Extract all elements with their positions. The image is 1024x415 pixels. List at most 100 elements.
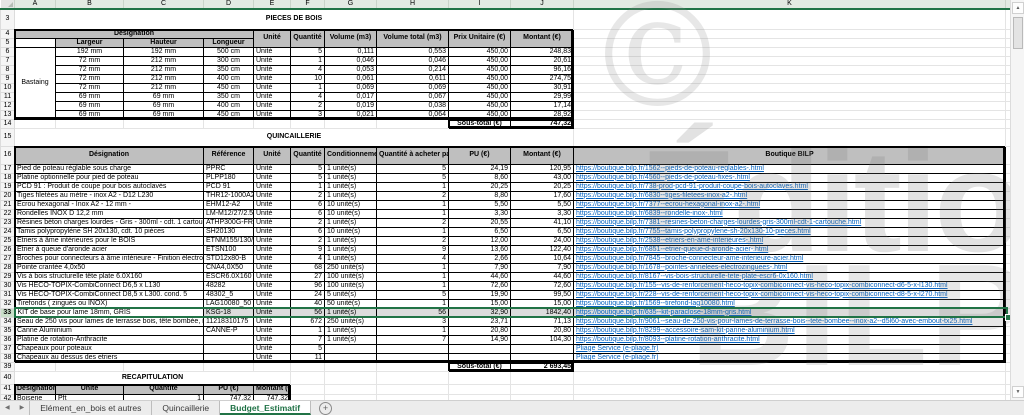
- cell[interactable]: 0,611: [377, 74, 449, 83]
- cell[interactable]: 44,60: [449, 272, 511, 281]
- boutique-link[interactable]: Pliage Service (e-pliage.fr): [576, 354, 658, 361]
- row-header[interactable]: 4: [1, 29, 15, 38]
- cell[interactable]: 1: [377, 182, 449, 191]
- item-designation[interactable]: Chapeaux au dessus des etriers: [15, 353, 204, 362]
- cell[interactable]: https://boutique.bilp.fr/1678--pointes-a…: [574, 263, 1006, 272]
- cell[interactable]: 7,90: [449, 263, 511, 272]
- cell[interactable]: KSG-18: [204, 308, 254, 317]
- add-sheet-button[interactable]: +: [319, 402, 332, 415]
- row-header[interactable]: 25: [1, 236, 15, 245]
- cell[interactable]: 1 unité(s): [325, 191, 377, 200]
- cell[interactable]: [291, 384, 325, 394]
- cell[interactable]: 0,046: [325, 56, 377, 65]
- column-header[interactable]: E: [254, 0, 291, 9]
- cell[interactable]: 1: [377, 227, 449, 236]
- cell[interactable]: 0,017: [325, 92, 377, 101]
- boutique-link[interactable]: https://boutique.bilp.fr/6839--rondelle-…: [576, 210, 723, 217]
- cell[interactable]: https://boutique.bilp.fr/4560--pieds-de-…: [574, 173, 1006, 182]
- row-header[interactable]: 29: [1, 272, 15, 281]
- cell[interactable]: 20,25: [449, 182, 511, 191]
- cell[interactable]: 17,14: [511, 101, 574, 110]
- cell[interactable]: ESCR6.0X160: [204, 272, 254, 281]
- boutique-link[interactable]: https://boutique.bilp.fr/1678--pointes-a…: [576, 264, 787, 271]
- cell[interactable]: [574, 384, 1006, 394]
- column-header[interactable]: B: [56, 0, 124, 9]
- row-header[interactable]: 35: [1, 326, 15, 335]
- cell[interactable]: Unité: [254, 182, 291, 191]
- cell[interactable]: 2,66: [449, 254, 511, 263]
- cell[interactable]: ETSN100: [204, 245, 254, 254]
- cell[interactable]: 19,90: [449, 290, 511, 299]
- cell[interactable]: 0,553: [377, 47, 449, 56]
- cell[interactable]: 17,60: [511, 191, 574, 200]
- cell[interactable]: 450,00: [449, 92, 511, 101]
- cell[interactable]: Unité: [254, 218, 291, 227]
- cell[interactable]: 4: [291, 254, 325, 263]
- cell[interactable]: Unité: [254, 191, 291, 200]
- cell[interactable]: [204, 353, 254, 362]
- cell[interactable]: 2: [291, 191, 325, 200]
- row-header[interactable]: 40: [1, 371, 15, 384]
- cell[interactable]: https://boutique.bilp.fr/8299--accessoir…: [574, 326, 1006, 335]
- row-header[interactable]: 32: [1, 299, 15, 308]
- cell[interactable]: 2: [291, 218, 325, 227]
- column-header[interactable]: A: [15, 0, 56, 9]
- row-header[interactable]: 17: [1, 164, 15, 173]
- item-designation[interactable]: Pointe crantée 4,0x50: [15, 263, 204, 272]
- cell[interactable]: 56: [291, 308, 325, 317]
- cell[interactable]: [449, 344, 511, 353]
- cell[interactable]: Unité: [254, 227, 291, 236]
- cell[interactable]: 0,069: [325, 83, 377, 92]
- cell[interactable]: 400 cm: [204, 101, 254, 110]
- cell[interactable]: Unité: [254, 299, 291, 308]
- item-designation[interactable]: Vis HECO-TOPIX-CombiConnect D8,5 x L300.…: [15, 290, 204, 299]
- cell[interactable]: [254, 119, 291, 128]
- cell[interactable]: [449, 384, 511, 394]
- row-header[interactable]: 31: [1, 290, 15, 299]
- cell[interactable]: [377, 362, 449, 371]
- cell[interactable]: 48282: [204, 281, 254, 290]
- cell[interactable]: 350 cm: [204, 92, 254, 101]
- cell[interactable]: 3: [377, 317, 449, 326]
- cell[interactable]: 7: [377, 335, 449, 344]
- cell[interactable]: Unité: [254, 74, 291, 83]
- boutique-link[interactable]: https://boutique.bilp.fr/7845--broche-co…: [576, 255, 803, 262]
- cell[interactable]: 0,069: [377, 83, 449, 92]
- cell[interactable]: 500 cm: [204, 47, 254, 56]
- boutique-link[interactable]: https://boutique.bilp.fr/1569--tirefond-…: [576, 300, 735, 307]
- column-header[interactable]: I: [449, 0, 511, 9]
- column-header[interactable]: D: [204, 0, 254, 9]
- cell[interactable]: 69 mm: [124, 92, 204, 101]
- row-header[interactable]: 7: [1, 56, 15, 65]
- group-label[interactable]: Bastaing: [15, 47, 56, 119]
- cell[interactable]: EHM12-A2: [204, 200, 254, 209]
- cell[interactable]: 450,00: [449, 56, 511, 65]
- cell[interactable]: Unité: [254, 65, 291, 74]
- cell[interactable]: 69 mm: [56, 110, 124, 119]
- boutique-link[interactable]: https://boutique.bilp.fr/2538--etriers-e…: [576, 237, 763, 244]
- cell[interactable]: https://boutique.bilp.fr/228--vis-de-ren…: [574, 290, 1006, 299]
- cell[interactable]: 5,50: [449, 200, 511, 209]
- cell[interactable]: 104,30: [511, 335, 574, 344]
- select-all-corner[interactable]: [1, 0, 15, 9]
- cell[interactable]: SH20130: [204, 227, 254, 236]
- boutique-link[interactable]: https://boutique.bilp.fr/1562--pieds-de-…: [576, 165, 764, 172]
- cell[interactable]: 5: [377, 173, 449, 182]
- cell[interactable]: 1: [377, 200, 449, 209]
- cell[interactable]: [574, 47, 1006, 56]
- item-designation[interactable]: Écrou hexagonal - Inox A2 - 12 mm -: [15, 200, 204, 209]
- item-designation[interactable]: Tirefonds ( zingués ou INOX): [15, 299, 204, 308]
- cell[interactable]: CANNE-P: [204, 326, 254, 335]
- cell[interactable]: 4: [291, 65, 325, 74]
- row-header[interactable]: 11: [1, 92, 15, 101]
- cell[interactable]: Unité: [254, 272, 291, 281]
- cell[interactable]: 450,00: [449, 110, 511, 119]
- cell[interactable]: [574, 83, 1006, 92]
- boutique-link[interactable]: https://boutique.bilp.fr/228--vis-de-ren…: [576, 291, 948, 298]
- cell[interactable]: 1 unité(s): [325, 335, 377, 344]
- cell[interactable]: https://boutique.bilp.fr/155--vis-de-ren…: [574, 281, 1006, 290]
- row-header[interactable]: 34: [1, 317, 15, 326]
- item-designation[interactable]: Etriers à âme intérieures pour le BOIS: [15, 236, 204, 245]
- row-header[interactable]: 22: [1, 209, 15, 218]
- cell[interactable]: 1 unité(s): [325, 308, 377, 317]
